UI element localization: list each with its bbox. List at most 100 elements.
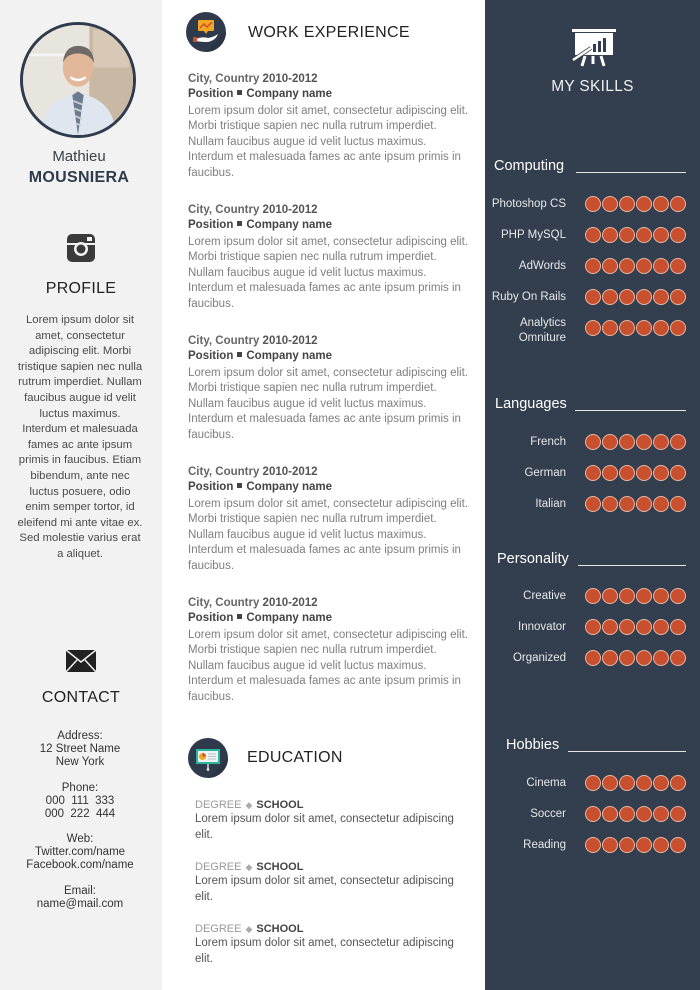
skills-heading: MY SKILLS [551, 78, 634, 95]
rating-dot-filled [602, 258, 618, 274]
job-description: Lorem ipsum dolor sit amet, consectetur … [188, 498, 468, 572]
job-description: Lorem ipsum dolor sit amet, consectetur … [188, 105, 468, 179]
skill-group-computing: Computing [485, 158, 700, 178]
main-column: WORK EXPERIENCE City, Country 2010-2012 … [162, 0, 485, 990]
rating-dot-filled [653, 650, 669, 666]
presentation-board-icon [188, 738, 228, 778]
job-position: Position [188, 612, 234, 624]
web-link-twitter[interactable]: Twitter.com/name [0, 846, 160, 859]
education-entry: DEGREE ◆ SCHOOL Lorem ipsum dolor sit amet… [195, 922, 455, 967]
rating-dot-filled [670, 258, 686, 274]
rating-dot-filled [653, 434, 669, 450]
rating-dot-filled [602, 496, 618, 512]
rating-dot-filled [636, 496, 652, 512]
diamond-icon: ◆ [245, 800, 253, 810]
separator-square [237, 614, 243, 620]
rating-dot-filled [670, 434, 686, 450]
rating-dot-filled [653, 837, 669, 853]
rating-dot-filled [653, 465, 669, 481]
presentation-chart-icon [571, 29, 616, 67]
rating-dot-filled [653, 227, 669, 243]
rating-dot-filled [670, 806, 686, 822]
rating-dot-filled [619, 650, 635, 666]
hand-chart-icon [186, 12, 226, 52]
rating-dot-filled [653, 588, 669, 604]
divider-line [568, 751, 686, 752]
skill-label: Cinema [526, 777, 566, 789]
rating-dot-filled [636, 434, 652, 450]
rating-dot-filled [636, 465, 652, 481]
skill-label: French [530, 436, 566, 448]
rating-dot-filled [619, 806, 635, 822]
skill-group-title: Languages [495, 396, 567, 412]
education-heading: EDUCATION [247, 749, 343, 766]
contact-email: Email: name@mail.com [0, 885, 160, 911]
rating-dot-filled [653, 806, 669, 822]
rating-dot-filled [653, 320, 669, 336]
job-location: City, Country [188, 466, 263, 478]
divider-line [575, 410, 686, 411]
skills-panel: MY SKILLS Computing Photoshop CS PHP MySQL… [485, 0, 700, 990]
rating-dot-filled [653, 289, 669, 305]
rating-dot-filled [585, 775, 601, 791]
rating-dot-filled [585, 496, 601, 512]
rating-dot-filled [619, 258, 635, 274]
rating-dot-filled [619, 289, 635, 305]
rating-dot-filled [636, 619, 652, 635]
skill-rating [585, 806, 686, 822]
skill-label: Reading [523, 839, 566, 851]
web-link-facebook[interactable]: Facebook.com/name [0, 859, 160, 872]
rating-dot-filled [585, 227, 601, 243]
divider-line [578, 565, 686, 566]
rating-dot-filled [619, 588, 635, 604]
skill-label: Soccer [530, 808, 566, 820]
job-entry: City, Country 2010-2012 Position Company … [188, 72, 468, 181]
rating-dot-filled [602, 650, 618, 666]
rating-dot-filled [585, 289, 601, 305]
divider-line [576, 172, 686, 173]
edu-school: SCHOOL [256, 799, 304, 811]
separator-square [237, 221, 243, 227]
job-entry: City, Country 2010-2012 Position Company … [188, 596, 468, 705]
job-location: City, Country [188, 73, 263, 85]
left-sidebar: Mathieu MOUSNIERA PROFILE Lorem ipsum do… [0, 0, 162, 990]
rating-dot-filled [585, 650, 601, 666]
rating-dot-filled [585, 258, 601, 274]
edu-description: Lorem ipsum dolor sit amet, consectetur … [195, 813, 454, 841]
rating-dot-filled [636, 258, 652, 274]
rating-dot-filled [602, 289, 618, 305]
edu-degree: DEGREE [195, 923, 242, 935]
job-company: Company name [246, 219, 333, 231]
rating-dot-filled [619, 496, 635, 512]
separator-square [237, 90, 243, 96]
phone-2: 000 222 444 [44, 808, 116, 820]
job-company: Company name [246, 481, 333, 493]
rating-dot-filled [670, 837, 686, 853]
separator-square [237, 352, 243, 358]
rating-dot-filled [602, 775, 618, 791]
rating-dot-filled [585, 837, 601, 853]
rating-dot-filled [619, 320, 635, 336]
skill-rating [585, 619, 686, 635]
edu-description: Lorem ipsum dolor sit amet, consectetur … [195, 937, 454, 965]
envelope-icon [66, 650, 96, 672]
rating-dot-filled [585, 806, 601, 822]
email-link[interactable]: name@mail.com [0, 898, 160, 911]
rating-dot-filled [602, 619, 618, 635]
rating-dot-filled [602, 465, 618, 481]
work-experience-heading: WORK EXPERIENCE [248, 24, 410, 41]
skill-rating [585, 320, 686, 336]
skill-rating [585, 650, 686, 666]
job-location: City, Country [188, 597, 263, 609]
instagram-icon [67, 234, 95, 262]
job-description: Lorem ipsum dolor sit amet, consectetur … [188, 236, 468, 310]
job-years: 2010-2012 [262, 204, 318, 216]
edu-school: SCHOOL [256, 861, 304, 873]
rating-dot-filled [602, 588, 618, 604]
edu-degree: DEGREE [195, 799, 242, 811]
edu-degree: DEGREE [195, 861, 242, 873]
rating-dot-filled [670, 588, 686, 604]
phone-label: Phone: [61, 782, 99, 794]
rating-dot-filled [670, 227, 686, 243]
email-label: Email: [64, 885, 96, 897]
